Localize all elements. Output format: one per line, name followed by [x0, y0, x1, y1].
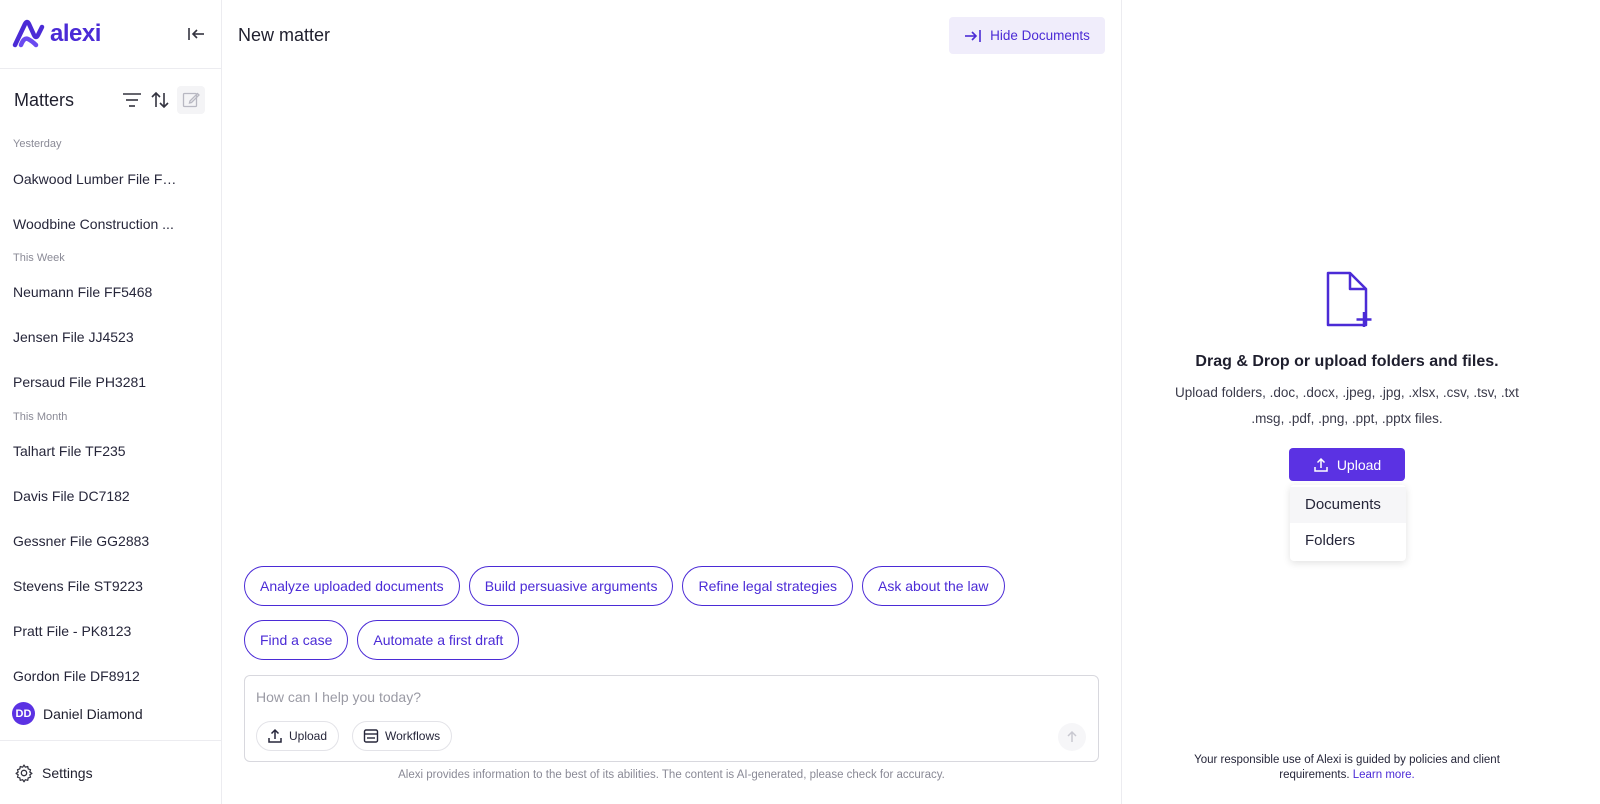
chip-row: Find a case Automate a first draft: [244, 620, 1104, 660]
composer-upload-button[interactable]: Upload: [256, 721, 340, 751]
main-area: New matter Hide Documents Analyze upload…: [222, 0, 1121, 804]
dropzone-title: Drag & Drop or upload folders and files.: [1195, 353, 1499, 370]
upload-button[interactable]: Upload: [1289, 448, 1405, 481]
alexi-logo-mark-icon: [12, 19, 45, 48]
matter-item[interactable]: Gordon File DF8912: [0, 654, 190, 699]
upload-icon: [268, 728, 282, 743]
arrow-up-icon: [1067, 730, 1077, 742]
file-add-icon: [1326, 271, 1372, 327]
group-label-this-month: This Month: [13, 411, 68, 423]
matters-header: Matters: [0, 69, 221, 131]
avatar: DD: [12, 702, 35, 725]
workflows-label: Workflows: [385, 729, 441, 743]
matters-title: Matters: [14, 89, 75, 110]
sort-button[interactable]: [149, 89, 171, 111]
workflows-button[interactable]: Workflows: [352, 721, 453, 751]
filter-icon: [123, 93, 141, 107]
matter-item[interactable]: Talhart File TF235: [0, 429, 190, 474]
matter-item[interactable]: Woodbine Construction ...: [0, 202, 190, 246]
chip-row: Analyze uploaded documents Build persuas…: [244, 566, 1104, 606]
dropzone-subtitle-line2: .msg, .pdf, .png, .ppt, .pptx files.: [1251, 411, 1443, 426]
matter-item[interactable]: Persaud File PH3281: [0, 360, 190, 405]
menu-item-documents[interactable]: Documents: [1290, 487, 1406, 523]
matter-item[interactable]: Stevens File ST9223: [0, 564, 190, 609]
matter-item[interactable]: Pratt File - PK8123: [0, 609, 190, 654]
hide-documents-button[interactable]: Hide Documents: [949, 17, 1105, 54]
ai-disclaimer: Alexi provides information to the best o…: [398, 769, 945, 781]
matter-item[interactable]: Oakwood Lumber File FT...: [0, 156, 190, 202]
chat-input[interactable]: [256, 686, 1076, 708]
settings-button[interactable]: Settings: [0, 740, 221, 804]
suggestion-chip[interactable]: Build persuasive arguments: [468, 566, 674, 606]
user-name: Daniel Diamond: [43, 705, 143, 722]
logo-row: alexi: [0, 0, 221, 69]
learn-more-link[interactable]: Learn more.: [1353, 769, 1415, 781]
suggestion-chip[interactable]: Refine legal strategies: [682, 566, 853, 606]
new-matter-button[interactable]: [177, 86, 205, 114]
collapse-right-icon: [965, 29, 981, 42]
gear-icon: [15, 763, 33, 782]
upload-dropdown-menu: Documents Folders: [1290, 485, 1406, 561]
dropzone-subtitle-line1: Upload folders, .doc, .docx, .jpeg, .jpg…: [1175, 385, 1519, 400]
user-profile[interactable]: DD Daniel Diamond: [12, 702, 143, 725]
policy-text: Your responsible use of Alexi is guided …: [1194, 754, 1500, 781]
matter-item[interactable]: Jensen File JJ4523: [0, 315, 190, 360]
workflows-icon: [363, 729, 379, 743]
page-title: New matter: [238, 25, 331, 45]
chat-composer: Upload Workflows: [244, 675, 1099, 762]
dropzone-subtitle: Upload folders, .doc, .docx, .jpeg, .jpg…: [1162, 380, 1532, 432]
matter-item[interactable]: Neumann File FF5468: [0, 270, 190, 315]
group-label-this-week: This Week: [13, 252, 65, 264]
matter-item[interactable]: Gessner File GG2883: [0, 519, 190, 564]
upload-button-label: Upload: [1336, 456, 1382, 473]
sort-icon: [151, 91, 169, 109]
collapse-sidebar-button[interactable]: [185, 23, 207, 45]
composer-upload-label: Upload: [289, 729, 328, 743]
alexi-logo[interactable]: alexi: [12, 19, 101, 49]
suggestion-chip[interactable]: Analyze uploaded documents: [244, 566, 460, 606]
documents-panel[interactable]: Drag & Drop or upload folders and files.…: [1121, 0, 1600, 804]
group-label-yesterday: Yesterday: [13, 138, 62, 150]
suggestion-chip[interactable]: Find a case: [244, 620, 349, 660]
filter-button[interactable]: [121, 89, 143, 111]
policy-notice: Your responsible use of Alexi is guided …: [1162, 753, 1532, 783]
sidebar: alexi Matters Yesterday Oakwood Lumber F…: [0, 0, 222, 804]
logo-text: alexi: [50, 20, 101, 47]
edit-icon: [182, 92, 200, 108]
menu-item-folders[interactable]: Folders: [1290, 523, 1406, 559]
upload-icon: [1314, 457, 1328, 472]
suggestion-chip[interactable]: Ask about the law: [861, 566, 1005, 606]
hide-documents-label: Hide Documents: [990, 28, 1090, 43]
settings-label: Settings: [42, 764, 93, 781]
matter-item[interactable]: Davis File DC7182: [0, 474, 190, 519]
suggestion-chip[interactable]: Automate a first draft: [357, 620, 520, 660]
collapse-left-icon: [188, 28, 204, 40]
matters-tools: [121, 86, 205, 114]
suggestion-chips: Analyze uploaded documents Build persuas…: [244, 566, 1104, 674]
send-button[interactable]: [1058, 723, 1086, 751]
